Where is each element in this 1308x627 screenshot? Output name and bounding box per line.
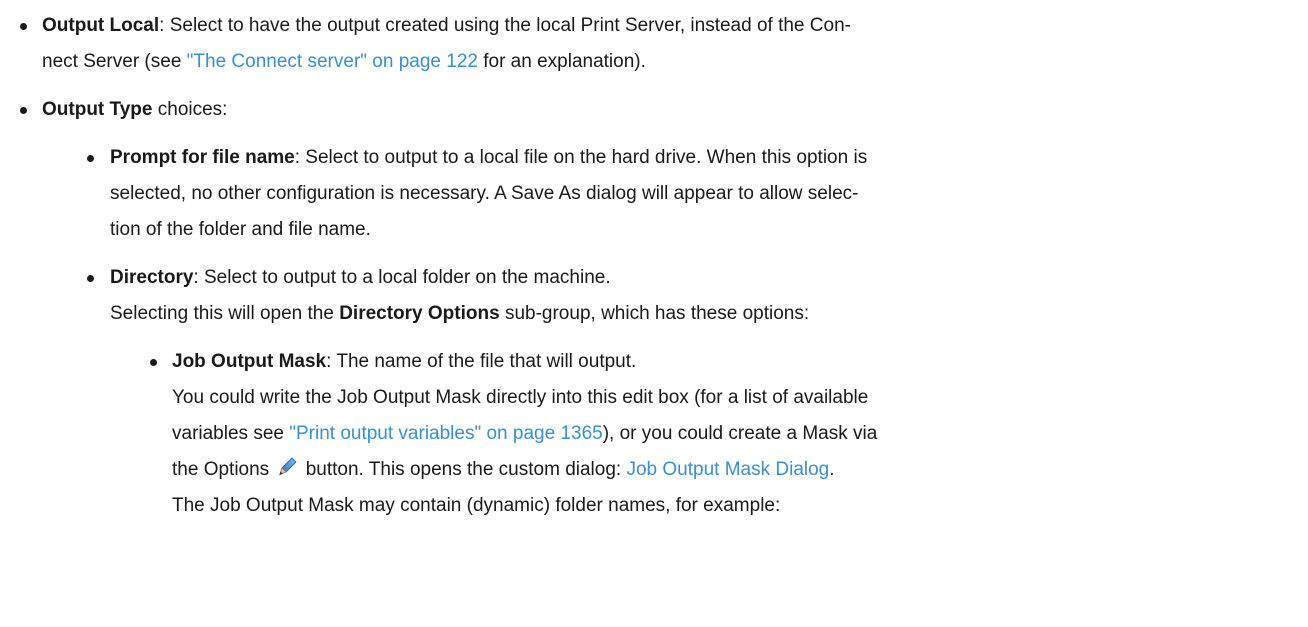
directory-line2: Selecting this will open the Directory O… (110, 303, 810, 324)
list-item-directory: Directory: Select to output to a local f… (0, 260, 1308, 332)
list-item-output-type: Output Type choices: (0, 92, 1308, 128)
prompt-line2: selected, no other configuration is nece… (110, 183, 859, 204)
link-print-output-variables[interactable]: "Print output variables" on page 1365 (289, 423, 602, 444)
bullet (87, 155, 94, 162)
term-directory-options: Directory Options (339, 303, 500, 324)
mask-line1: Job Output Mask: The name of the file th… (172, 351, 637, 372)
mask-line2: You could write the Job Output Mask dire… (172, 387, 869, 408)
mask-line3: variables see "Print output variables" o… (172, 423, 878, 444)
list-item-prompt-for-file-name: Prompt for file name: Select to output t… (0, 140, 1308, 248)
output-type-line: Output Type choices: (42, 99, 228, 120)
term-output-type: Output Type (42, 99, 153, 120)
top-level-list: Output Local: Select to have the output … (0, 0, 1308, 128)
bullet (150, 359, 157, 366)
document-page: Output Local: Select to have the output … (0, 0, 1308, 627)
bullet (20, 23, 27, 30)
term-directory: Directory (110, 267, 194, 288)
list-item-job-output-mask: Job Output Mask: The name of the file th… (0, 344, 1308, 524)
bullet (20, 107, 27, 114)
mask-line4: the Options button. This opens the custo… (172, 452, 1308, 488)
bullet (87, 275, 94, 282)
pencil-icon (276, 455, 298, 477)
list-item-output-local: Output Local: Select to have the output … (0, 8, 1308, 80)
link-connect-server[interactable]: "The Connect server" on page 122 (187, 51, 478, 72)
output-local-line2: nect Server (see "The Connect server" on… (42, 51, 646, 72)
prompt-line3: tion of the folder and file name. (110, 219, 371, 240)
output-type-sublist: Prompt for file name: Select to output t… (0, 140, 1308, 332)
directory-options-sublist: Job Output Mask: The name of the file th… (0, 344, 1308, 524)
term-job-output-mask: Job Output Mask (172, 351, 327, 372)
mask-line5: The Job Output Mask may contain (dynamic… (172, 495, 781, 516)
output-local-line1: Output Local: Select to have the output … (42, 15, 851, 36)
term-output-local: Output Local (42, 15, 160, 36)
term-prompt-for-file-name: Prompt for file name (110, 147, 295, 168)
link-job-output-mask-dialog[interactable]: Job Output Mask Dialog (626, 459, 829, 480)
prompt-line1: Prompt for file name: Select to output t… (110, 147, 868, 168)
directory-line1: Directory: Select to output to a local f… (110, 267, 611, 288)
